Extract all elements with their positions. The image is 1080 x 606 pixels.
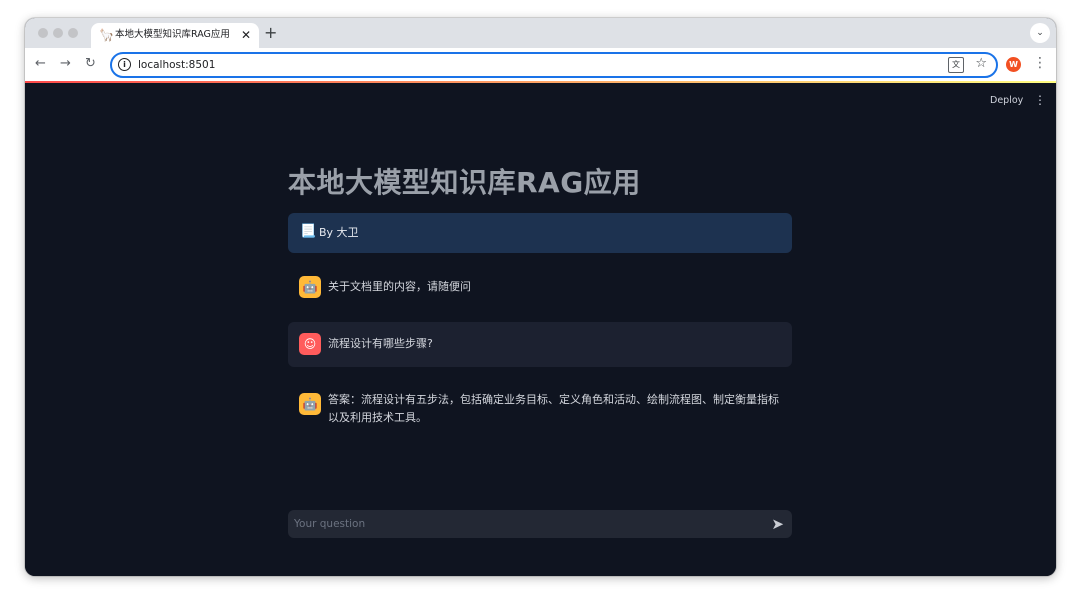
chat-input-container: ➤ xyxy=(288,510,792,538)
star-icon[interactable]: ☆ xyxy=(975,56,987,72)
forward-arrow-icon[interactable]: → xyxy=(60,55,71,73)
reload-icon[interactable]: ↻ xyxy=(85,55,96,73)
main-menu-icon[interactable]: ⋮ xyxy=(1034,92,1046,108)
extension-icon[interactable]: W xyxy=(1006,57,1021,72)
translate-icon[interactable]: 文 xyxy=(948,57,964,73)
zoom-window-button[interactable] xyxy=(68,28,78,38)
question-input[interactable] xyxy=(288,510,754,538)
tab-strip: 🦙 本地大模型知识库RAG应用 ✕ + ⌄ xyxy=(25,18,1056,48)
url-text[interactable]: localhost:8501 xyxy=(138,58,215,72)
message-text: 关于文档里的内容，请随便问 xyxy=(328,280,471,293)
site-info-icon[interactable]: i xyxy=(118,58,131,71)
app-main: Deploy ⋮ 本地大模型知识库RAG应用 📃 By 大卫 🤖 关于文档里的内… xyxy=(25,83,1056,576)
browser-toolbar: ← → ↻ i localhost:8501 文 ☆ W ⋮ xyxy=(25,48,1056,81)
robot-icon: 🤖 xyxy=(299,393,321,415)
user-face-icon: ☺ xyxy=(299,333,321,355)
page-title: 本地大模型知识库RAG应用 xyxy=(288,166,641,199)
info-alert: 📃 By 大卫 xyxy=(288,213,792,253)
message-text: 流程设计有哪些步骤? xyxy=(328,337,433,350)
chevron-down-icon[interactable]: ⌄ xyxy=(1030,23,1050,43)
chat-message-assistant: 🤖 答案：流程设计有五步法，包括确定业务目标、定义角色和活动、绘制流程图、制定衡… xyxy=(288,381,792,437)
info-text: By 大卫 xyxy=(319,226,359,239)
back-arrow-icon[interactable]: ← xyxy=(35,55,46,73)
page-emoji-icon: 📃 xyxy=(300,224,317,239)
tab-title: 本地大模型知识库RAG应用 xyxy=(115,29,230,40)
tab-active[interactable]: 🦙 本地大模型知识库RAG应用 ✕ xyxy=(91,23,259,48)
deploy-button[interactable]: Deploy xyxy=(990,94,1023,108)
robot-icon: 🤖 xyxy=(299,276,321,298)
new-tab-button[interactable]: + xyxy=(264,24,277,42)
address-bar[interactable]: i localhost:8501 文 ☆ xyxy=(110,52,998,78)
browser-menu-icon[interactable]: ⋮ xyxy=(1033,54,1047,72)
chat-message-user: ☺ 流程设计有哪些步骤? xyxy=(288,322,792,367)
close-icon[interactable]: ✕ xyxy=(241,26,251,44)
message-text: 答案：流程设计有五步法，包括确定业务目标、定义角色和活动、绘制流程图、制定衡量指… xyxy=(328,393,779,424)
minimize-window-button[interactable] xyxy=(53,28,63,38)
browser-window: 🦙 本地大模型知识库RAG应用 ✕ + ⌄ ← → ↻ i localhost:… xyxy=(25,18,1056,576)
llama-icon: 🦙 xyxy=(99,28,114,42)
close-window-button[interactable] xyxy=(38,28,48,38)
chat-message-assistant: 🤖 关于文档里的内容，请随便问 xyxy=(288,267,792,307)
send-icon[interactable]: ➤ xyxy=(771,514,784,534)
